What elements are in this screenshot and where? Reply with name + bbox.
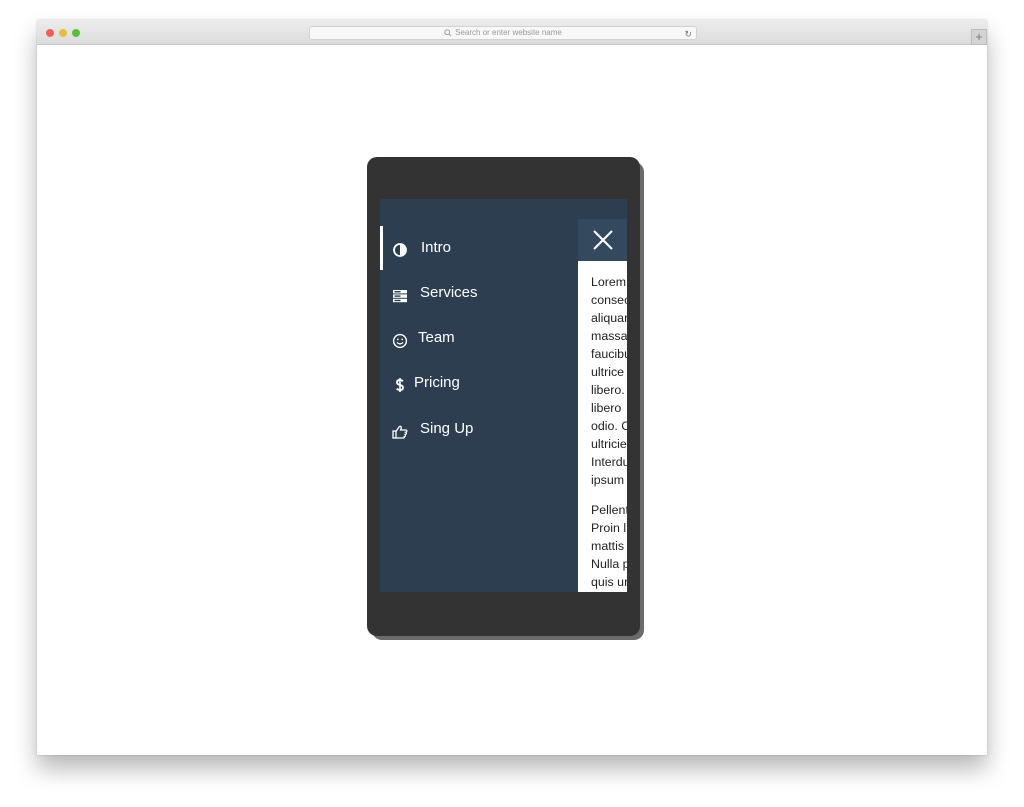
menu-item-intro[interactable]: Intro — [380, 226, 578, 270]
menu-item-services[interactable]: Services — [380, 271, 578, 315]
half-circle-icon — [393, 243, 407, 257]
reload-icon[interactable]: ↻ — [684, 28, 692, 40]
menu-item-pricing[interactable]: Pricing — [380, 361, 578, 405]
phone-screen: Intro Services Team Pricing Sing Up Lore… — [380, 199, 627, 592]
smiley-icon — [392, 333, 408, 349]
menu-item-sing-up[interactable]: Sing Up — [380, 407, 578, 451]
menu-item-team[interactable]: Team — [380, 316, 578, 360]
dollar-icon — [396, 378, 404, 392]
menu-item-label: Pricing — [414, 374, 460, 391]
new-tab-button[interactable]: + — [971, 29, 987, 45]
close-icon — [593, 230, 613, 250]
content-panel: Lorem consec aliquar massa faucibu ultri… — [578, 261, 627, 592]
menu-item-label: Sing Up — [420, 420, 474, 437]
close-menu-button[interactable] — [578, 219, 627, 261]
search-icon — [444, 29, 452, 37]
menu-item-label: Intro — [421, 239, 452, 256]
content-paragraph-1: Lorem consec aliquar massa faucibu ultri… — [591, 275, 627, 487]
maximize-window-button[interactable] — [72, 29, 80, 37]
minimize-window-button[interactable] — [59, 29, 67, 37]
server-icon — [393, 290, 407, 303]
browser-titlebar: Search or enter website name ↻ + — [37, 20, 987, 45]
content-paragraph-2: Pellent Proin l mattis Nulla p quis ur — [591, 503, 627, 589]
address-bar[interactable]: Search or enter website name ↻ — [309, 26, 697, 40]
menu-item-label: Team — [418, 329, 455, 346]
address-placeholder: Search or enter website name — [455, 28, 562, 37]
thumbs-up-icon — [392, 425, 408, 439]
menu-item-label: Services — [420, 284, 478, 301]
close-window-button[interactable] — [46, 29, 54, 37]
